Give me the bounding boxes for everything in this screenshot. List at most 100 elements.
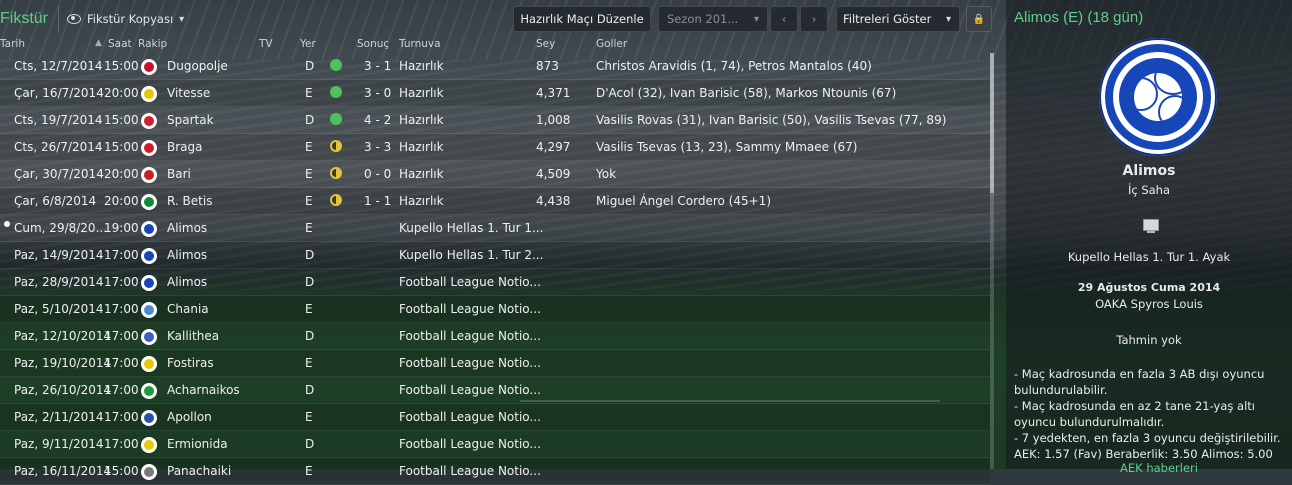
fixture-opponent[interactable]: Alimos	[167, 248, 207, 262]
news-link[interactable]: AEK haberleri	[1120, 461, 1198, 475]
fixture-row[interactable]: Paz, 12/10/2014 17:00 Kallithea D Football L…	[0, 323, 990, 350]
season-dropdown[interactable]: Sezon 201... ▾	[658, 6, 768, 32]
fixture-competition[interactable]: Hazırlık	[399, 59, 444, 73]
fixture-row[interactable]: Cts, 19/7/2014 15:00 Spartak D 4 - 2 Hazırlık…	[0, 107, 990, 134]
opponent-crest-icon[interactable]	[141, 194, 157, 210]
fixture-row[interactable]: Paz, 28/9/2014 17:00 Alimos D Football Leagu…	[0, 269, 990, 296]
fixture-attendance: 873	[536, 59, 559, 73]
fixture-opponent[interactable]: R. Betis	[167, 194, 212, 208]
table-header: Tarih ▲ Saat Rakip TV Yer Sonuç Turnuva …	[0, 38, 990, 52]
fixture-row[interactable]: Çar, 6/8/2014 20:00 R. Betis E 1 - 1 Hazırlık…	[0, 188, 990, 215]
column-date[interactable]: Tarih	[0, 38, 25, 50]
fixture-opponent[interactable]: Dugopolje	[167, 59, 228, 73]
competition-name[interactable]: Kupello Hellas 1. Tur 1. Ayak	[1006, 250, 1292, 264]
team-name[interactable]: Alimos	[1006, 163, 1292, 179]
fixture-competition[interactable]: Hazırlık	[399, 140, 444, 154]
fixture-row[interactable]: Paz, 14/9/2014 17:00 Alimos D Kupello Hellas…	[0, 242, 990, 269]
fixture-opponent[interactable]: Apollon	[167, 410, 212, 424]
win-icon	[330, 113, 342, 125]
opponent-crest-icon[interactable]	[141, 167, 157, 183]
chevron-right-icon: ›	[811, 12, 817, 26]
fixture-opponent[interactable]: Fostiras	[167, 356, 214, 370]
opponent-crest-icon[interactable]	[141, 383, 157, 399]
fixture-opponent[interactable]: Alimos	[167, 275, 207, 289]
fixture-row[interactable]: Paz, 19/10/2014 17:00 Fostiras E Football Le…	[0, 350, 990, 377]
fixture-row[interactable]: Çar, 30/7/2014 20:00 Bari E 0 - 0 Hazırlık 4,5…	[0, 161, 990, 188]
column-goals[interactable]: Goller	[596, 38, 627, 50]
opponent-crest-icon[interactable]	[141, 302, 157, 318]
fixture-row[interactable]: Paz, 9/11/2014 17:00 Ermionida D Football Le…	[0, 431, 990, 458]
opponent-crest-icon[interactable]	[141, 356, 157, 372]
fixture-opponent[interactable]: Acharnaikos	[167, 383, 240, 397]
column-competition[interactable]: Turnuva	[399, 38, 441, 50]
view-dropdown-label: Fikstür Kopyası	[87, 12, 174, 26]
fixture-competition[interactable]: Football League Notio...	[399, 410, 541, 424]
fixture-row[interactable]: Paz, 26/10/2014 17:00 Acharnaikos D Football…	[0, 377, 990, 404]
fixture-competition[interactable]: Hazırlık	[399, 113, 444, 127]
panel-title[interactable]: Alimos (E) (18 gün)	[1014, 9, 1143, 26]
column-attendance[interactable]: Sey	[536, 38, 555, 50]
next-season-button[interactable]: ›	[800, 6, 828, 32]
fixture-opponent[interactable]: Panachaiki	[167, 464, 231, 478]
fixture-time: 20:00	[104, 167, 139, 181]
opponent-crest-icon[interactable]	[141, 464, 157, 480]
fixture-competition[interactable]: Football League Notio...	[399, 302, 541, 316]
fixture-competition[interactable]: Football League Notio...	[399, 437, 541, 451]
show-filters-button[interactable]: Filtreleri Göster ▾	[836, 6, 960, 32]
fixture-row[interactable]: Cum, 29/8/20... 19:00 Alimos E Kupello Hella…	[0, 215, 990, 242]
fixture-opponent[interactable]: Braga	[167, 140, 203, 154]
column-result[interactable]: Sonuç	[357, 38, 389, 50]
rule-item: - Maç kadrosunda en fazla 3 AB dışı oyun…	[1014, 367, 1265, 397]
fixture-row[interactable]: Çar, 16/7/2014 20:00 Vitesse E 3 - 0 Hazırlık…	[0, 80, 990, 107]
fixture-competition[interactable]: Kupello Hellas 1. Tur 2...	[399, 248, 543, 262]
lock-button[interactable]: 🔒	[966, 6, 992, 32]
fixture-competition[interactable]: Hazırlık	[399, 86, 444, 100]
arrange-friendly-button[interactable]: Hazırlık Maçı Düzenle	[513, 6, 651, 32]
opponent-crest-icon[interactable]	[141, 86, 157, 102]
fixture-opponent[interactable]: Vitesse	[167, 86, 210, 100]
scrollbar-thumb[interactable]	[990, 53, 994, 193]
fixture-competition[interactable]: Football League Notio...	[399, 356, 541, 370]
column-venue[interactable]: Yer	[300, 38, 316, 50]
opponent-crest-icon[interactable]	[141, 329, 157, 345]
fixture-row[interactable]: Paz, 16/11/2014 15:00 Panachaiki E Football …	[0, 458, 990, 485]
opponent-crest-icon[interactable]	[141, 437, 157, 453]
fixture-time: 17:00	[104, 356, 139, 370]
fixture-row[interactable]: Paz, 5/10/2014 17:00 Chania E Football Leagu…	[0, 296, 990, 323]
column-tv[interactable]: TV	[259, 38, 273, 50]
column-time[interactable]: Saat	[108, 38, 132, 50]
fixture-opponent[interactable]: Spartak	[167, 113, 214, 127]
column-opponent[interactable]: Rakip	[138, 38, 167, 50]
fixture-competition[interactable]: Football League Notio...	[399, 464, 541, 478]
opponent-crest-icon[interactable]	[141, 410, 157, 426]
fixture-time: 17:00	[104, 437, 139, 451]
fixture-competition[interactable]: Football League Notio...	[399, 329, 541, 343]
fixture-time: 17:00	[104, 329, 139, 343]
opponent-crest-icon[interactable]	[141, 275, 157, 291]
fixture-venue: D	[305, 275, 315, 289]
fixture-competition[interactable]: Kupello Hellas 1. Tur 1...	[399, 221, 543, 235]
opponent-crest-icon[interactable]	[141, 113, 157, 129]
opponent-crest-icon[interactable]	[141, 59, 157, 75]
fixture-opponent[interactable]: Chania	[167, 302, 209, 316]
fixture-row[interactable]: Cts, 26/7/2014 15:00 Braga E 3 - 3 Hazırlık 4,…	[0, 134, 990, 161]
opponent-crest-icon[interactable]	[141, 140, 157, 156]
fixture-competition[interactable]: Hazırlık	[399, 167, 444, 181]
fixture-competition[interactable]: Football League Notio...	[399, 275, 541, 289]
previous-season-button[interactable]: ‹	[770, 6, 798, 32]
fixture-opponent[interactable]: Alimos	[167, 221, 207, 235]
fixture-competition[interactable]: Hazırlık	[399, 194, 444, 208]
view-dropdown[interactable]: Fikstür Kopyası ▾	[67, 12, 184, 26]
fixture-opponent[interactable]: Ermionida	[167, 437, 228, 451]
fixture-date: Paz, 16/11/2014	[14, 464, 112, 478]
fixture-attendance: 4,371	[536, 86, 571, 100]
fixture-competition[interactable]: Football League Notio...	[399, 383, 541, 397]
opponent-crest-icon[interactable]	[141, 221, 157, 237]
fixture-row[interactable]: Cts, 12/7/2014 15:00 Dugopolje D 3 - 1 Hazırl…	[0, 53, 990, 80]
fixture-opponent[interactable]: Kallithea	[167, 329, 219, 343]
opponent-crest-icon[interactable]	[141, 248, 157, 264]
fixture-row[interactable]: Paz, 2/11/2014 17:00 Apollon E Football Leag…	[0, 404, 990, 431]
fixture-date: Cts, 19/7/2014	[14, 113, 103, 127]
fixture-venue: E	[305, 302, 313, 316]
fixture-opponent[interactable]: Bari	[167, 167, 191, 181]
